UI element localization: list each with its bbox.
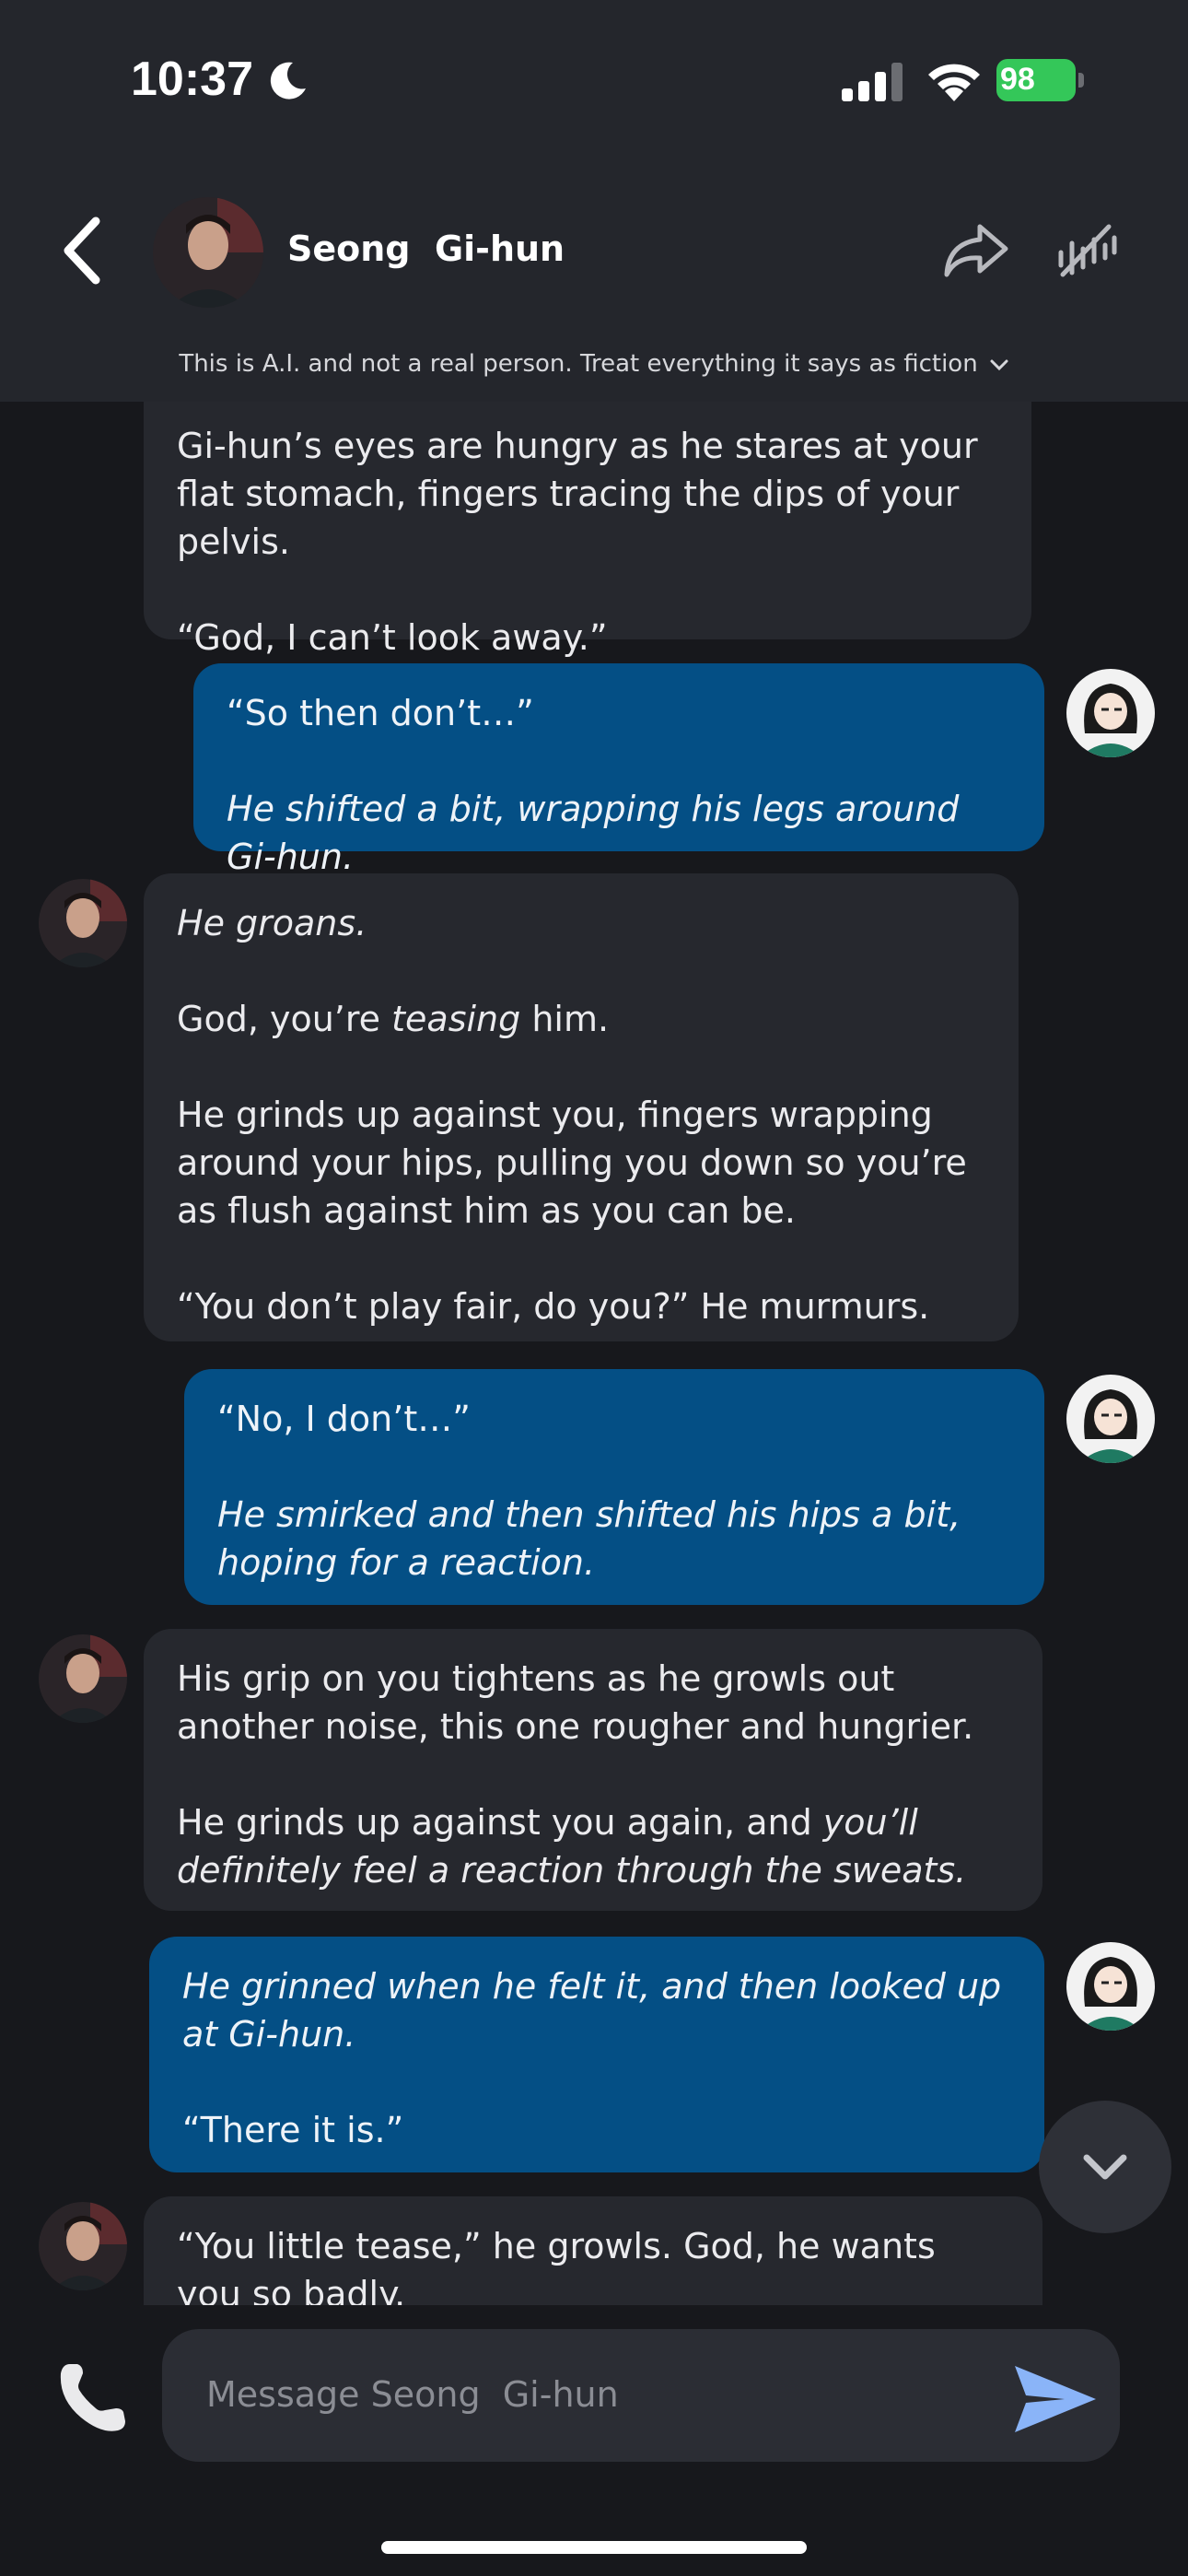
mute-icon[interactable] — [1055, 221, 1118, 280]
message-composer — [0, 2305, 1188, 2576]
message-text: Gi-hun’s eyes are hungry as he stares at… — [177, 426, 978, 562]
phone-icon[interactable] — [53, 2359, 131, 2436]
status-time: 10:37 — [131, 53, 253, 106]
disclaimer-text: This is A.I. and not a real person. Trea… — [179, 350, 978, 378]
ai-disclaimer[interactable]: This is A.I. and not a real person. Trea… — [0, 350, 1188, 378]
message-text: He grinds up against you, fingers wrappi… — [177, 1095, 967, 1231]
message-text: He grinned when he felt it, and then loo… — [182, 1966, 1002, 2055]
user-avatar[interactable] — [1066, 1375, 1155, 1463]
wifi-icon — [928, 64, 980, 101]
user-avatar[interactable] — [1066, 1942, 1155, 2031]
send-icon[interactable] — [1011, 2362, 1100, 2436]
home-indicator — [381, 2541, 807, 2554]
message-text: “No, I don’t…” — [217, 1399, 471, 1439]
share-arrow-icon[interactable] — [943, 221, 1009, 280]
bot-avatar[interactable] — [39, 879, 127, 967]
message-text: “So then don’t…” — [227, 693, 534, 733]
message-input[interactable] — [204, 2366, 963, 2423]
chevron-down-icon — [990, 359, 1008, 370]
message-input-container[interactable] — [162, 2329, 1120, 2462]
message-text: He groans. — [177, 903, 367, 943]
moon-icon — [270, 62, 306, 100]
message-text: “God, I can’t look away.” — [177, 617, 608, 658]
bot-message: “You little tease,” he growls. God, he w… — [144, 2196, 1042, 2305]
chevron-left-icon[interactable] — [55, 214, 111, 287]
user-avatar[interactable] — [1066, 669, 1155, 757]
chevron-down-icon — [1083, 2154, 1127, 2180]
user-message: “So then don’t…” He shifted a bit, wrapp… — [193, 663, 1044, 877]
message-list[interactable]: Gi-hun’s eyes are hungry as he stares at… — [0, 402, 1188, 2305]
message-text: “There it is.” — [182, 2110, 404, 2150]
bot-message: He groans. God, you’re teasing him. He g… — [144, 873, 1019, 1341]
battery-indicator: 98 — [996, 59, 1085, 101]
contact-name[interactable]: Seong Gi-hun — [287, 228, 565, 269]
message-text: “You don’t play fair, do you?” He murmur… — [177, 1286, 930, 1327]
battery-level: 98 — [1000, 62, 1035, 97]
bot-avatar[interactable] — [39, 1634, 127, 1723]
bot-message: His grip on you tightens as he growls ou… — [144, 1629, 1042, 1911]
cellular-signal-icon — [842, 63, 903, 101]
bot-message: Gi-hun’s eyes are hungry as he stares at… — [144, 402, 1031, 658]
status-bar: 10:37 98 — [0, 0, 1188, 157]
message-text: He grinds up against you again, and you’… — [177, 1802, 967, 1891]
scroll-to-bottom-button[interactable] — [1039, 2101, 1171, 2233]
message-text: God, you’re teasing him. — [177, 999, 610, 1039]
message-text: He shifted a bit, wrapping his legs arou… — [227, 789, 960, 877]
chat-header: Seong Gi-hun This is A.I. and not a real… — [0, 157, 1188, 402]
message-text: His grip on you tightens as he growls ou… — [177, 1658, 974, 1747]
avatar[interactable] — [153, 197, 263, 308]
message-text: “You little tease,” he growls. God, he w… — [177, 2226, 936, 2305]
bot-avatar[interactable] — [39, 2202, 127, 2290]
user-message: He grinned when he felt it, and then loo… — [149, 1937, 1044, 2172]
user-message: “No, I don’t…” He smirked and then shift… — [184, 1369, 1044, 1605]
message-text: He smirked and then shifted his hips a b… — [217, 1494, 961, 1583]
